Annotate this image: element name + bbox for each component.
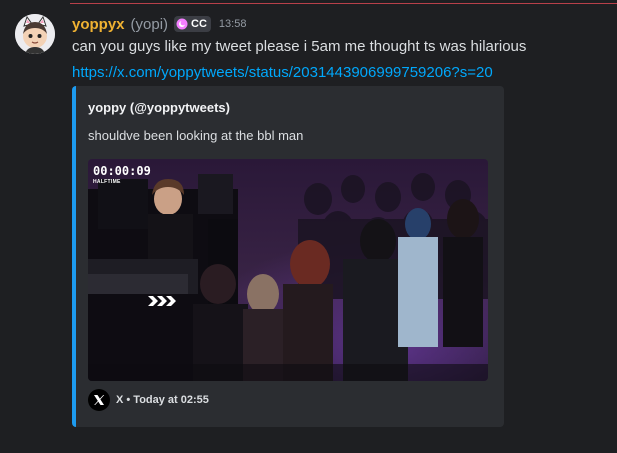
embed-footer: X • Today at 02:55 xyxy=(88,388,209,412)
video-sub-label: HALFTIME xyxy=(93,179,121,185)
embed-description: shouldve been looking at the bbl man xyxy=(88,128,304,143)
video-thumbnail xyxy=(88,159,488,381)
nickname: (yopi) xyxy=(130,15,169,33)
message-content: can you guys like my tweet please i 5am … xyxy=(72,38,527,55)
guild-tag-label: CC xyxy=(191,18,207,30)
timestamp[interactable]: 13:58 xyxy=(219,18,247,30)
guild-tag[interactable]: CC xyxy=(174,16,211,32)
tag-badge-icon xyxy=(176,18,188,30)
link-embed: yoppy (@yoppytweets) shouldve been looki… xyxy=(72,86,504,427)
tweet-link[interactable]: https://x.com/yoppytweets/status/2031443… xyxy=(72,64,493,81)
new-message-divider xyxy=(70,3,617,4)
x-logo-icon xyxy=(88,389,110,411)
embed-video[interactable]: 00:00:09 HALFTIME xyxy=(88,159,488,381)
embed-author[interactable]: yoppy (@yoppytweets) xyxy=(88,100,230,115)
avatar[interactable] xyxy=(15,14,55,54)
chat-message: yoppyx (yopi) CC 13:58 can you guys like… xyxy=(0,0,617,453)
message-header: yoppyx (yopi) CC 13:58 xyxy=(72,14,246,34)
username[interactable]: yoppyx xyxy=(72,16,125,33)
cat-avatar-icon xyxy=(15,14,55,54)
video-timer: 00:00:09 xyxy=(93,164,151,178)
embed-footer-text: X • Today at 02:55 xyxy=(116,394,209,406)
